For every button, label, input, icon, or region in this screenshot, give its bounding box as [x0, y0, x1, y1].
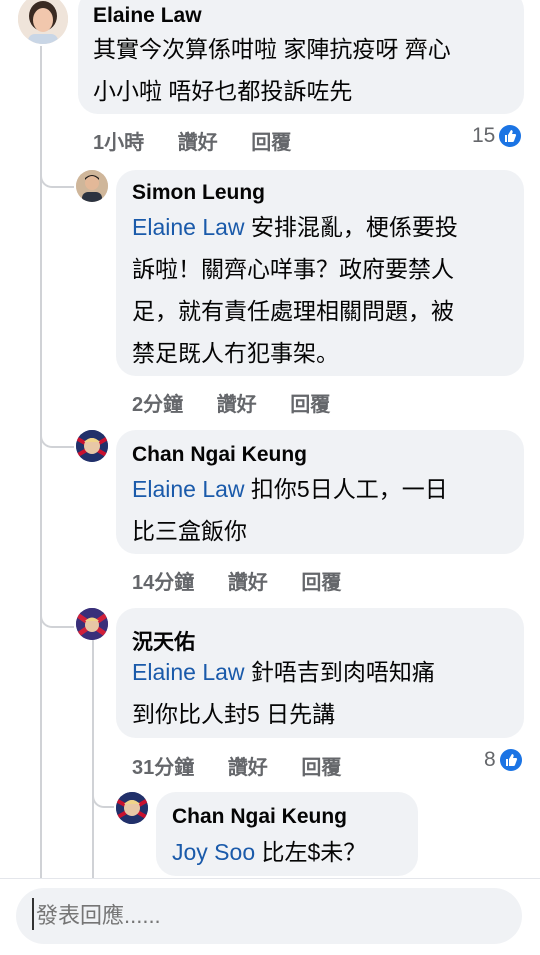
comment-author[interactable]: Chan Ngai Keung — [172, 805, 347, 829]
man-portrait-icon — [76, 170, 108, 202]
comment-text: Elaine Law 扣你5日人工，一日 比三盒飯你 — [132, 468, 512, 552]
comment-line-text: 比左$未？ — [255, 839, 367, 865]
comment-actions: 31分鐘 讚好 回覆 — [132, 751, 369, 780]
comment-line: 到你比人封5 日先講 — [132, 701, 336, 727]
comment-line: 比三盒飯你 — [132, 518, 247, 544]
avatar[interactable] — [76, 430, 108, 462]
like-button[interactable]: 讚好 — [228, 572, 268, 594]
mention-link[interactable]: Elaine Law — [132, 214, 245, 240]
comment-line: 禁足既人冇犯事架。 — [132, 340, 339, 366]
comment-author[interactable]: Elaine Law — [93, 4, 202, 28]
comment-actions: 1小時 讚好 回覆 — [93, 126, 319, 155]
avatar[interactable] — [116, 792, 148, 824]
reaction-number: 8 — [484, 748, 496, 771]
comment-actions: 2分鐘 讚好 回覆 — [132, 388, 358, 417]
thread-line-nested — [92, 640, 94, 878]
like-button[interactable]: 讚好 — [178, 132, 218, 154]
thread-curve-simon — [40, 160, 74, 188]
comment-line: Elaine Law 扣你5日人工，一日 — [132, 468, 512, 510]
comment-text: Elaine Law 針唔吉到肉唔知痛 到你比人封5 日先講 — [132, 651, 512, 735]
reply-button[interactable]: 回覆 — [251, 132, 291, 154]
thumbs-up-icon — [499, 125, 522, 147]
woman-portrait-icon — [18, 0, 68, 44]
comment-line-text: 針唔吉到肉唔知痛 — [244, 659, 435, 685]
reaction-number: 15 — [472, 124, 496, 147]
comment-line: 足，就有責任處理相關問題，被 — [132, 298, 454, 324]
comment-line: 其實今次算係咁啦 家陣抗疫呀 齊心 — [93, 36, 451, 62]
like-button[interactable]: 讚好 — [217, 394, 257, 416]
text-cursor — [32, 898, 34, 930]
comment-line-text: 安排混亂，梗係要投 — [244, 214, 458, 240]
comment-line: Elaine Law 安排混亂，梗係要投 — [132, 206, 512, 248]
thumbs-up-icon — [499, 749, 522, 771]
timestamp[interactable]: 14分鐘 — [132, 572, 194, 594]
comment-actions: 14分鐘 讚好 回覆 — [132, 566, 369, 595]
avatar[interactable] — [18, 0, 68, 44]
reply-button[interactable]: 回覆 — [301, 757, 341, 779]
comment-text: Elaine Law 安排混亂，梗係要投 訴啦！關齊心咩事？政府要禁人 足，就有… — [132, 206, 512, 374]
thread-curve-nested — [92, 780, 114, 808]
timestamp[interactable]: 2分鐘 — [132, 394, 183, 416]
comment-author[interactable]: Chan Ngai Keung — [132, 443, 307, 467]
flag-portrait-icon — [76, 608, 108, 640]
mention-link[interactable]: Joy Soo — [172, 839, 255, 865]
reply-button[interactable]: 回覆 — [301, 572, 341, 594]
comment-text: 其實今次算係咁啦 家陣抗疫呀 齊心 小小啦 唔好乜都投訴咗先 — [93, 28, 513, 112]
flag-portrait-icon — [116, 792, 148, 824]
comment-line: Joy Soo 比左$未？ — [172, 831, 412, 873]
comment-line-text: 扣你5日人工，一日 — [244, 476, 448, 502]
comment-text: Joy Soo 比左$未？ — [172, 831, 412, 873]
thread-curve-fong — [40, 600, 74, 628]
comment-line: 訴啦！關齊心咩事？政府要禁人 — [132, 256, 454, 282]
avatar[interactable] — [76, 170, 108, 202]
timestamp[interactable]: 31分鐘 — [132, 757, 194, 779]
comment-line: 小小啦 唔好乜都投訴咗先 — [93, 78, 353, 104]
like-button[interactable]: 讚好 — [228, 757, 268, 779]
comment-author[interactable]: Simon Leung — [132, 181, 265, 205]
avatar[interactable] — [76, 608, 108, 640]
comment-input[interactable] — [34, 902, 498, 930]
reaction-count[interactable]: 15 — [472, 124, 522, 148]
mention-link[interactable]: Elaine Law — [132, 476, 245, 502]
timestamp[interactable]: 1小時 — [93, 132, 144, 154]
thread-curve-chan — [40, 420, 74, 448]
mention-link[interactable]: Elaine Law — [132, 659, 245, 685]
reaction-count[interactable]: 8 — [484, 748, 522, 772]
reply-button[interactable]: 回覆 — [290, 394, 330, 416]
comment-line: Elaine Law 針唔吉到肉唔知痛 — [132, 651, 512, 693]
flag-portrait-icon — [76, 430, 108, 462]
